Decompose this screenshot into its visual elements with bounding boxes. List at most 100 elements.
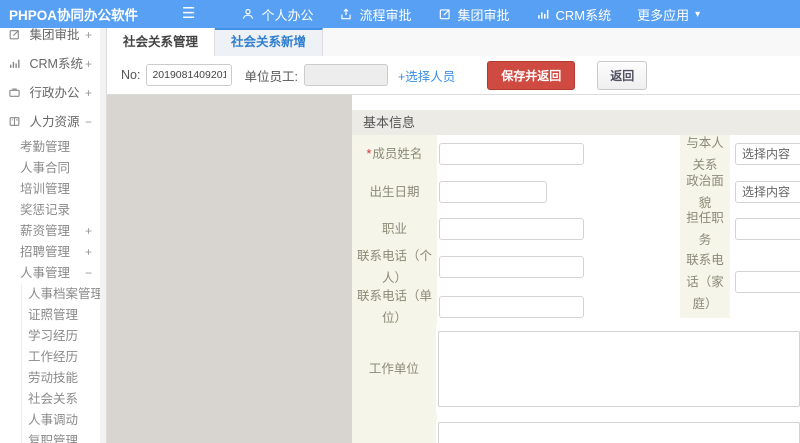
phone-work-label: 联系电话（单位） [352,288,437,325]
tab-social-relations-manage[interactable]: 社会关系管理 [107,28,216,56]
sidebar-item-label: 集团审批 [29,28,80,42]
sidebar-item-label: 复职管理 [28,434,79,443]
sidebar-item-transfer[interactable]: 人事调动 [0,410,106,431]
occupation-input[interactable] [439,217,584,240]
sidebar-item-label: CRM系统 [29,57,83,71]
sidebar-item-crm[interactable]: CRM系统 + [0,50,106,79]
next-field-textarea[interactable] [437,422,800,443]
field-label-text: 职业 [381,221,407,236]
sidebar-item-reinstatement[interactable]: 复职管理 [0,431,106,443]
form-fullwidth-rows: 工作单位 [352,325,800,443]
sidebar-item-hr-contract[interactable]: 人事合同 [0,158,106,179]
phone-personal-input[interactable] [439,256,584,278]
position-input[interactable] [735,217,800,240]
sidebar-item-personnel-files[interactable]: 人事档案管理 [0,284,106,305]
sidebar-item-label: 培训管理 [20,182,71,196]
sidebar-item-label: 社会关系 [28,392,79,406]
expand-icon[interactable]: + [85,28,92,50]
sidebar-item-recruit[interactable]: 招聘管理 + [0,242,106,263]
save-and-return-button[interactable]: 保存并返回 [487,60,576,90]
phone-family-label: 联系电话（家庭） [680,246,730,318]
political-label: 政治面貌 [680,173,730,211]
required-asterisk: * [366,147,372,161]
book-icon [9,117,20,126]
work-unit-label: 工作单位 [352,325,436,413]
sidebar-item-skills[interactable]: 劳动技能 [0,368,106,389]
sidebar-item-label: 证照管理 [28,308,79,322]
field-label-text: 担任职务 [686,210,724,247]
member-name-label: * 成员姓名 [352,135,437,173]
record-no-input[interactable] [146,64,233,86]
sidebar-item-hr[interactable]: 人力资源 − [0,108,106,137]
sidebar-item-education[interactable]: 学习经历 [0,326,106,347]
edit-square-icon [9,30,19,40]
form-right-column: 与本人关系 选择内容 政治面貌 选择内容 担任职务 联系电话（家庭） [680,135,800,318]
record-toolbar: No: 单位员工: +选择人员 保存并返回 返回 [107,56,800,95]
sidebar-item-label: 学习经历 [28,329,79,343]
sidebar-item-certificates[interactable]: 证照管理 [0,305,106,326]
collapse-icon[interactable]: − [85,263,92,284]
member-name-input[interactable] [439,143,584,165]
form-row: * 成员姓名 [352,135,680,173]
sidebar: 集团审批 + CRM系统 + 行政办公 + 人力资源 − 考勤管理 人事合同 培… [0,28,107,443]
sidebar-item-label: 人力资源 [29,115,80,129]
sidebar-item-label: 劳动技能 [28,371,79,385]
nav-crm-system[interactable]: CRM系统 [536,5,612,24]
select-person-link[interactable]: +选择人员 [398,66,455,85]
back-button[interactable]: 返回 [597,60,648,90]
empty-label-cell [352,420,436,443]
phone-work-input[interactable] [439,295,584,318]
expand-icon[interactable]: + [85,221,92,242]
birth-date-input[interactable] [439,181,547,203]
section-title: 基本信息 [352,110,800,135]
expand-icon[interactable]: + [85,242,92,263]
sidebar-item-admin-office[interactable]: 行政办公 + [0,79,106,108]
nav-process-approval[interactable]: 流程审批 [339,5,412,24]
sidebar-scrollbar[interactable] [100,28,106,443]
occupation-label: 职业 [352,211,437,246]
nav-more-apps[interactable]: 更多应用 ▾ [637,5,700,24]
form-panel: 基本信息 * 成员姓名 出生日期 职业 联系电话（个人） 联系电话（单位） 与本… [352,95,800,443]
field-label-text: 工作单位 [368,362,419,376]
bar-chart-icon [10,59,20,68]
empty-label-cell [352,413,437,420]
nav-label: 流程审批 [359,7,412,23]
employee-label: 单位员工: [244,69,298,84]
nav-label: 集团审批 [457,7,510,23]
political-select[interactable]: 选择内容 [735,181,800,203]
sidebar-item-label: 人事合同 [20,161,71,175]
content-area: 基本信息 * 成员姓名 出生日期 职业 联系电话（个人） 联系电话（单位） 与本… [107,95,800,443]
sidebar-item-social-relations[interactable]: 社会关系 [0,389,106,410]
relation-select[interactable]: 选择内容 [735,143,800,165]
collapse-icon[interactable]: − [85,108,92,137]
nav-personal-office[interactable]: 个人办公 [241,5,313,24]
sidebar-item-attendance[interactable]: 考勤管理 [0,137,106,158]
relation-label: 与本人关系 [680,135,730,173]
form-row: 与本人关系 选择内容 [680,135,800,173]
sidebar-item-group-approval[interactable]: 集团审批 + [0,28,106,50]
field-label-text: 出生日期 [369,185,420,199]
hamburger-menu-icon[interactable]: ☰ [182,0,195,28]
sidebar-menu: 集团审批 + CRM系统 + 行政办公 + 人力资源 − 考勤管理 人事合同 培… [0,28,106,443]
flow-approval-icon [341,8,352,20]
expand-icon[interactable]: + [85,50,92,79]
nav-label: CRM系统 [555,7,612,23]
field-label-text: 联系电话（个人） [356,249,432,285]
expand-icon[interactable]: + [85,79,92,108]
phone-family-input[interactable] [735,271,800,293]
tab-social-relations-add[interactable]: 社会关系新增 [215,28,324,56]
sidebar-item-work-experience[interactable]: 工作经历 [0,347,106,368]
sidebar-item-salary[interactable]: 薪资管理 + [0,221,106,242]
nav-group-approval[interactable]: 集团审批 [438,5,510,24]
position-label: 担任职务 [680,211,730,247]
sidebar-item-label: 人事档案管理 [28,287,104,301]
sidebar-item-rewards[interactable]: 奖惩记录 [0,200,106,221]
sidebar-item-personnel[interactable]: 人事管理 − [0,263,106,284]
work-unit-textarea[interactable] [437,331,800,407]
briefcase-icon [9,88,20,97]
basic-info-form: * 成员姓名 出生日期 职业 联系电话（个人） 联系电话（单位） 与本人关系 选… [352,135,800,443]
sidebar-item-label: 人事管理 [20,266,71,280]
employee-input[interactable] [303,64,388,86]
caret-down-icon: ▾ [695,8,701,20]
sidebar-item-training[interactable]: 培训管理 [0,179,106,200]
